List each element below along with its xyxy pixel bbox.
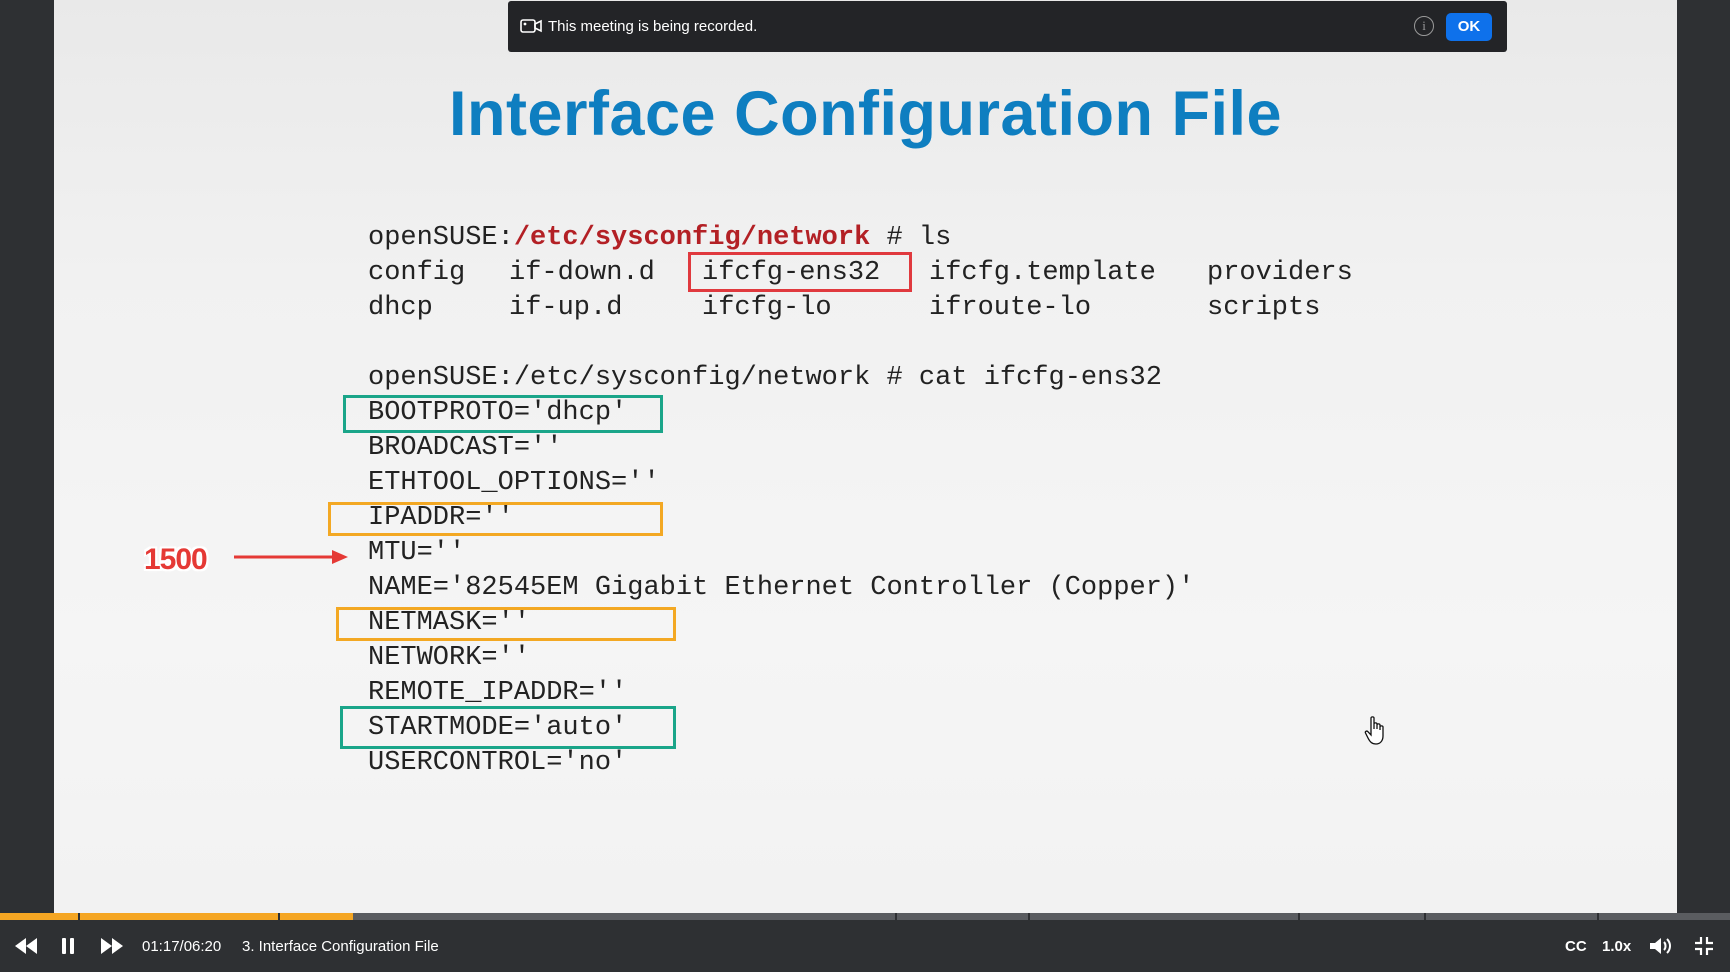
- rewind-icon: [15, 938, 37, 954]
- video-frame: This meeting is being recorded. i OK Int…: [54, 0, 1677, 913]
- chapter-marker: [1424, 913, 1426, 920]
- chapter-marker: [78, 913, 80, 920]
- volume-icon: [1650, 938, 1671, 954]
- highlight-box-red: [688, 252, 912, 292]
- recording-banner: This meeting is being recorded. i OK: [508, 1, 1507, 52]
- player-controls: 01:17/06:20 3. Interface Configuration F…: [0, 920, 1730, 972]
- ls-item: dhcp: [368, 293, 433, 323]
- highlight-box-green: [343, 395, 663, 433]
- chapter-marker: [895, 913, 897, 920]
- ls-item: providers: [1207, 258, 1353, 288]
- prompt-prefix: openSUSE:: [368, 223, 514, 253]
- chapter-marker: [278, 913, 280, 920]
- chapter-marker: [1597, 913, 1599, 920]
- pause-button[interactable]: [61, 920, 75, 972]
- playback-speed-button[interactable]: 1.0x: [1602, 920, 1631, 972]
- highlight-box-orange: [336, 607, 676, 641]
- progress-bar[interactable]: [0, 913, 1730, 920]
- arrow-icon: [234, 550, 348, 564]
- camera-icon: [520, 19, 542, 33]
- slide-title: Interface Configuration File: [448, 79, 1283, 149]
- config-line: USERCONTROL='no': [368, 748, 628, 778]
- hand-cursor-icon: [1364, 716, 1384, 745]
- prompt-path: /etc/sysconfig/network: [513, 223, 871, 253]
- chapter-title: 3. Interface Configuration File: [242, 937, 439, 955]
- prompt-command: # ls: [870, 223, 952, 253]
- config-line: NETWORK='': [368, 643, 531, 673]
- ls-item: scripts: [1207, 293, 1321, 323]
- progress-fill: [0, 913, 353, 920]
- ls-item: if-down.d: [509, 258, 655, 288]
- exit-fullscreen-button[interactable]: [1694, 920, 1714, 972]
- config-line: ETHTOOL_OPTIONS='': [368, 468, 660, 498]
- config-line: BROADCAST='': [368, 433, 563, 463]
- config-line: MTU='': [368, 538, 466, 568]
- exit-fullscreen-icon: [1695, 937, 1713, 955]
- annotation-label: 1500: [144, 543, 208, 576]
- ls-item: ifcfg-lo: [702, 293, 832, 323]
- recording-message: This meeting is being recorded.: [548, 18, 758, 35]
- ls-item: ifroute-lo: [929, 293, 1092, 323]
- volume-button[interactable]: [1649, 920, 1675, 972]
- ok-button[interactable]: OK: [1446, 13, 1492, 41]
- chapter-marker: [1298, 913, 1300, 920]
- prompt-line-1: openSUSE:/etc/sysconfig/network # ls: [368, 221, 951, 256]
- fast-forward-button[interactable]: [100, 920, 124, 972]
- prompt-line-2: openSUSE:/etc/sysconfig/network # cat if…: [368, 363, 1162, 393]
- ls-item: ifcfg.template: [929, 258, 1156, 288]
- highlight-box-green: [340, 706, 676, 749]
- pause-icon: [62, 938, 74, 954]
- chapter-marker: [1028, 913, 1030, 920]
- fast-forward-icon: [101, 938, 123, 954]
- highlight-box-orange: [328, 502, 663, 536]
- config-line: NAME='82545EM Gigabit Ethernet Controlle…: [368, 573, 1195, 603]
- info-icon[interactable]: i: [1414, 16, 1434, 36]
- ls-item: if-up.d: [509, 293, 623, 323]
- time-display: 01:17/06:20: [142, 937, 222, 955]
- ls-item: config: [368, 258, 466, 288]
- rewind-button[interactable]: [14, 920, 38, 972]
- captions-button[interactable]: CC: [1565, 920, 1587, 972]
